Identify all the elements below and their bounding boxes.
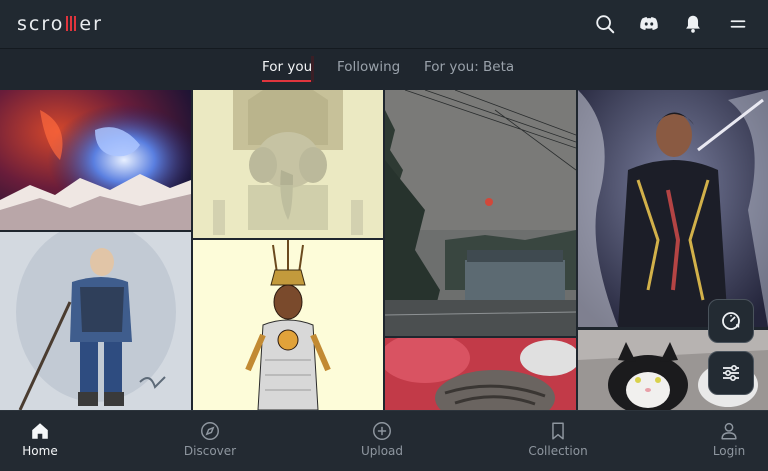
tab-for-you[interactable]: For you: [262, 59, 313, 82]
user-icon: [718, 420, 740, 442]
tab-following[interactable]: Following: [337, 59, 400, 75]
bookmark-icon: [547, 420, 569, 442]
compass-icon: [199, 420, 221, 442]
logo-text-right: er: [79, 13, 103, 35]
discord-icon[interactable]: [638, 13, 660, 35]
filter-sliders-icon: [723, 365, 739, 382]
plus-circle-icon: [371, 420, 393, 442]
scroller-logo[interactable]: scro er: [17, 13, 103, 35]
pine-tree-sunset-photo[interactable]: [385, 90, 576, 336]
nav-login[interactable]: Login: [684, 411, 768, 471]
nav-upload[interactable]: Upload: [337, 411, 427, 471]
top-bar: scro er: [0, 0, 768, 49]
nav-home[interactable]: Home: [0, 411, 85, 471]
bottom-nav: Home Discover Upload Collection Login: [0, 410, 768, 471]
cosmic-horse-art[interactable]: [0, 90, 191, 230]
tabby-cat-photo[interactable]: [385, 338, 576, 410]
nav-collection-label: Collection: [528, 444, 588, 458]
feed-tabs: For you Following For you: Beta: [0, 49, 768, 89]
nav-collection[interactable]: Collection: [513, 411, 603, 471]
tab-divider: [311, 56, 314, 82]
nav-login-label: Login: [712, 444, 746, 458]
nav-discover[interactable]: Discover: [165, 411, 255, 471]
nav-upload-label: Upload: [360, 444, 404, 458]
nav-home-label: Home: [22, 444, 58, 458]
armored-warrior-art[interactable]: [578, 90, 768, 327]
nav-discover-label: Discover: [183, 444, 237, 458]
home-icon: [29, 420, 51, 442]
search-icon[interactable]: [594, 13, 616, 35]
logo-mark-icon: [66, 16, 77, 31]
samurai-spearman-art[interactable]: [0, 232, 191, 410]
aztec-warrior-art[interactable]: [193, 240, 383, 410]
bell-icon[interactable]: [682, 13, 704, 35]
autoscroll-speed-icon: [722, 312, 740, 330]
logo-text-left: scro: [17, 13, 65, 35]
ganesha-statue-art[interactable]: [193, 90, 383, 238]
tab-for-you-beta[interactable]: For you: Beta: [424, 59, 514, 75]
filter-button[interactable]: [708, 351, 754, 395]
autoscroll-speed-button[interactable]: [708, 299, 754, 343]
menu-icon[interactable]: [727, 13, 749, 35]
